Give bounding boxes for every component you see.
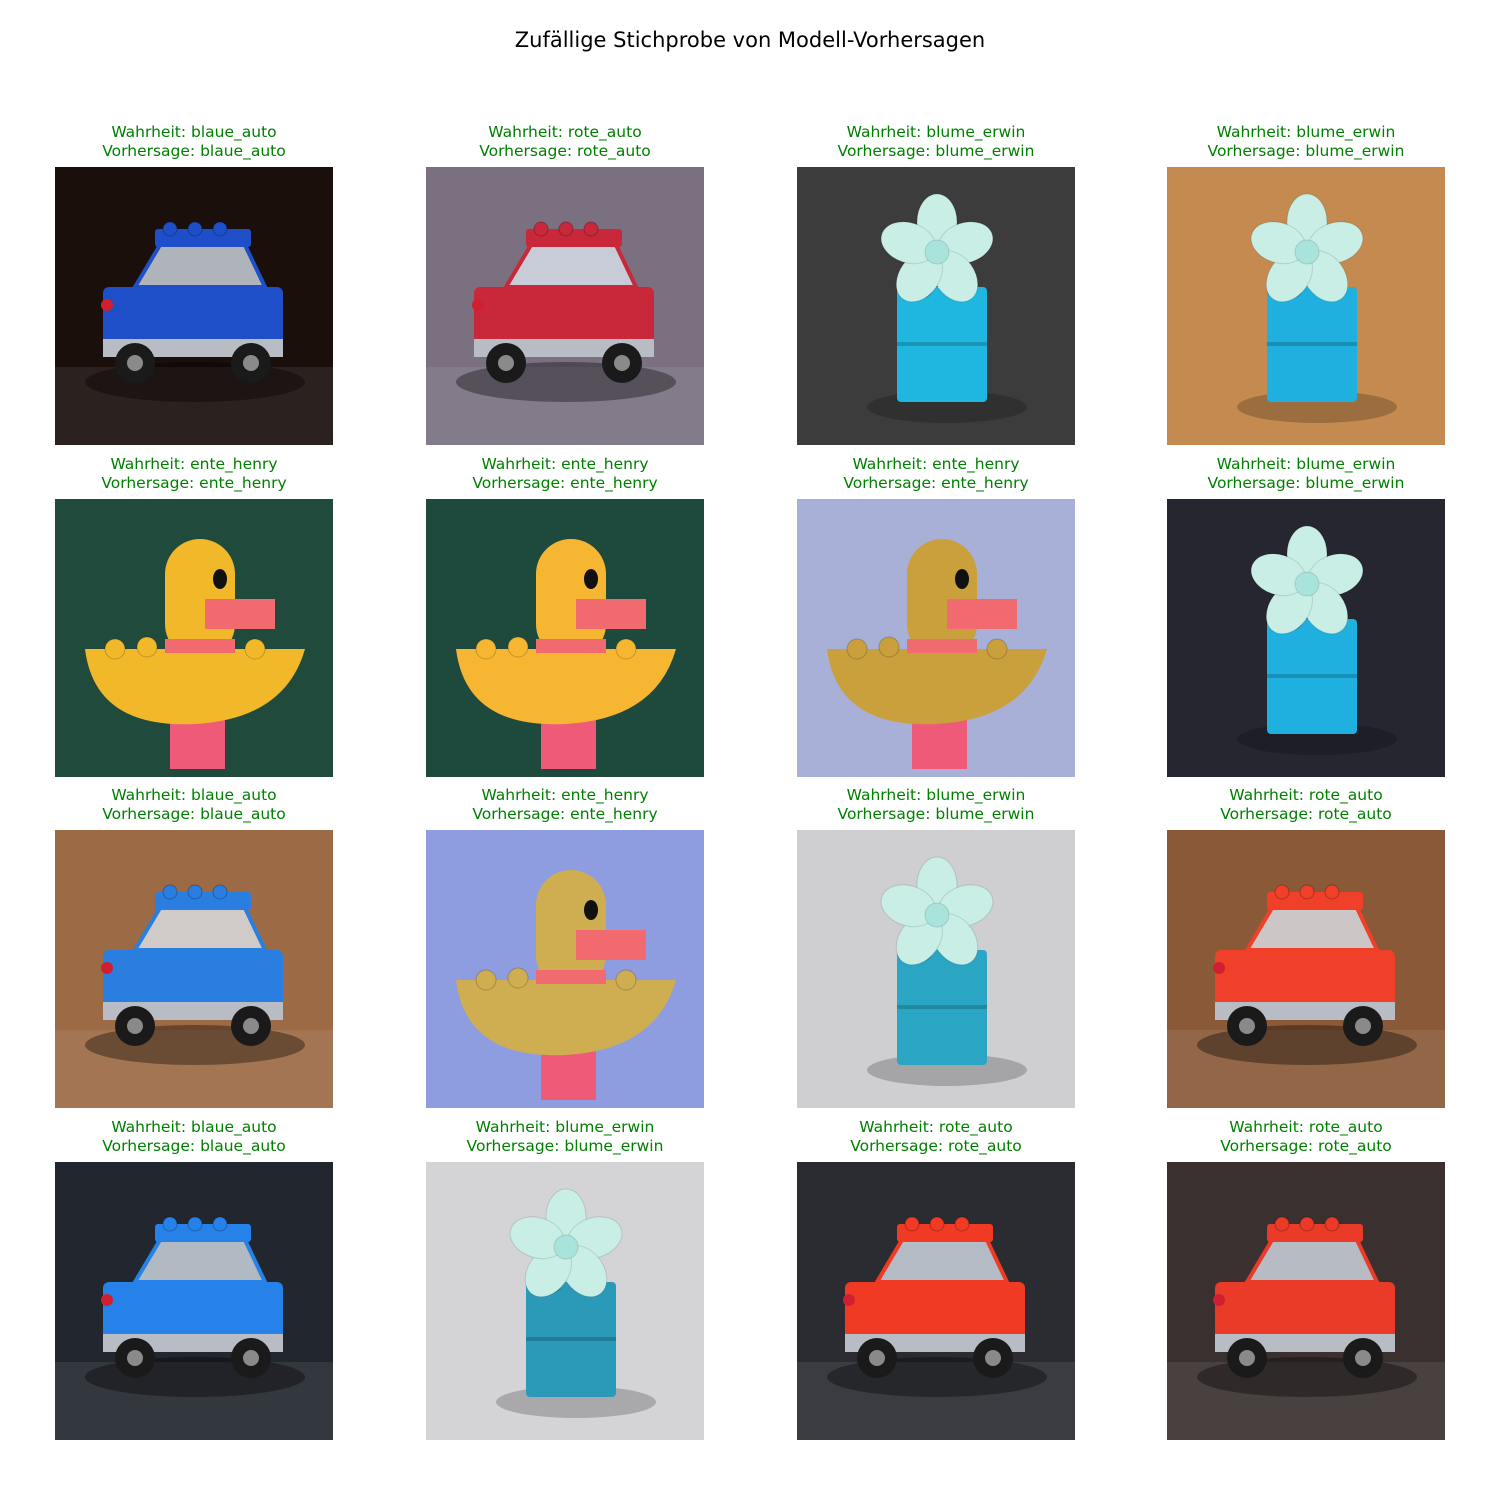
- flower-photo: [797, 167, 1075, 445]
- prediction-label: Vorhersage: blume_erwin: [837, 142, 1035, 160]
- sample-caption: Wahrheit: rote_auto Vorhersage: rote_auto: [737, 1118, 1135, 1156]
- truth-label: Wahrheit: ente_henry: [110, 455, 278, 473]
- truth-label: Wahrheit: blaue_auto: [111, 1118, 277, 1136]
- truth-label: Wahrheit: blume_erwin: [846, 786, 1026, 804]
- prediction-label: Vorhersage: blaue_auto: [102, 805, 286, 823]
- prediction-label: Vorhersage: rote_auto: [1220, 805, 1392, 823]
- truth-label: Wahrheit: blume_erwin: [846, 123, 1026, 141]
- truth-label: Wahrheit: blume_erwin: [475, 1118, 655, 1136]
- flower-photo: [1167, 167, 1445, 445]
- sample-caption: Wahrheit: blume_erwin Vorhersage: blume_e…: [737, 786, 1135, 824]
- prediction-label: Vorhersage: blume_erwin: [837, 805, 1035, 823]
- sample-caption: Wahrheit: ente_henry Vorhersage: ente_hen…: [366, 786, 764, 824]
- prediction-label: Vorhersage: blaue_auto: [102, 142, 286, 160]
- car-photo: [55, 167, 333, 445]
- sample-caption: Wahrheit: blume_erwin Vorhersage: blume_e…: [737, 123, 1135, 161]
- duck-photo: [797, 499, 1075, 777]
- truth-label: Wahrheit: blaue_auto: [111, 786, 277, 804]
- sample-caption: Wahrheit: blaue_auto Vorhersage: blaue_au…: [0, 1118, 393, 1156]
- sample-caption: Wahrheit: blaue_auto Vorhersage: blaue_au…: [0, 123, 393, 161]
- sample-caption: Wahrheit: blaue_auto Vorhersage: blaue_au…: [0, 786, 393, 824]
- prediction-label: Vorhersage: rote_auto: [479, 142, 651, 160]
- sample-caption: Wahrheit: ente_henry Vorhersage: ente_hen…: [366, 455, 764, 493]
- duck-photo: [426, 830, 704, 1108]
- truth-label: Wahrheit: ente_henry: [852, 455, 1020, 473]
- truth-label: Wahrheit: rote_auto: [1229, 1118, 1383, 1136]
- flower-photo: [1167, 499, 1445, 777]
- prediction-label: Vorhersage: rote_auto: [1220, 1137, 1392, 1155]
- truth-label: Wahrheit: ente_henry: [481, 786, 649, 804]
- prediction-label: Vorhersage: ente_henry: [843, 474, 1029, 492]
- prediction-label: Vorhersage: blaue_auto: [102, 1137, 286, 1155]
- sample-caption: Wahrheit: rote_auto Vorhersage: rote_auto: [1107, 786, 1500, 824]
- prediction-label: Vorhersage: ente_henry: [101, 474, 287, 492]
- truth-label: Wahrheit: blume_erwin: [1216, 455, 1396, 473]
- car-photo: [426, 167, 704, 445]
- sample-caption: Wahrheit: blume_erwin Vorhersage: blume_e…: [366, 1118, 764, 1156]
- duck-photo: [55, 499, 333, 777]
- truth-label: Wahrheit: blaue_auto: [111, 123, 277, 141]
- flower-photo: [426, 1162, 704, 1440]
- sample-caption: Wahrheit: ente_henry Vorhersage: ente_hen…: [0, 455, 393, 493]
- car-photo: [1167, 830, 1445, 1108]
- car-photo: [797, 1162, 1075, 1440]
- sample-caption: Wahrheit: blume_erwin Vorhersage: blume_e…: [1107, 455, 1500, 493]
- prediction-label: Vorhersage: blume_erwin: [466, 1137, 664, 1155]
- prediction-label: Vorhersage: ente_henry: [472, 474, 658, 492]
- sample-caption: Wahrheit: ente_henry Vorhersage: ente_hen…: [737, 455, 1135, 493]
- figure-title: Zufällige Stichprobe von Modell-Vorhersa…: [514, 28, 986, 52]
- truth-label: Wahrheit: rote_auto: [1229, 786, 1383, 804]
- sample-caption: Wahrheit: rote_auto Vorhersage: rote_auto: [1107, 1118, 1500, 1156]
- truth-label: Wahrheit: ente_henry: [481, 455, 649, 473]
- prediction-label: Vorhersage: blume_erwin: [1207, 142, 1405, 160]
- car-photo: [55, 830, 333, 1108]
- prediction-label: Vorhersage: blume_erwin: [1207, 474, 1405, 492]
- truth-label: Wahrheit: rote_auto: [488, 123, 642, 141]
- car-photo: [1167, 1162, 1445, 1440]
- prediction-label: Vorhersage: rote_auto: [850, 1137, 1022, 1155]
- flower-photo: [797, 830, 1075, 1108]
- sample-caption: Wahrheit: blume_erwin Vorhersage: blume_e…: [1107, 123, 1500, 161]
- car-photo: [55, 1162, 333, 1440]
- prediction-label: Vorhersage: ente_henry: [472, 805, 658, 823]
- truth-label: Wahrheit: blume_erwin: [1216, 123, 1396, 141]
- truth-label: Wahrheit: rote_auto: [859, 1118, 1013, 1136]
- sample-caption: Wahrheit: rote_auto Vorhersage: rote_auto: [366, 123, 764, 161]
- duck-photo: [426, 499, 704, 777]
